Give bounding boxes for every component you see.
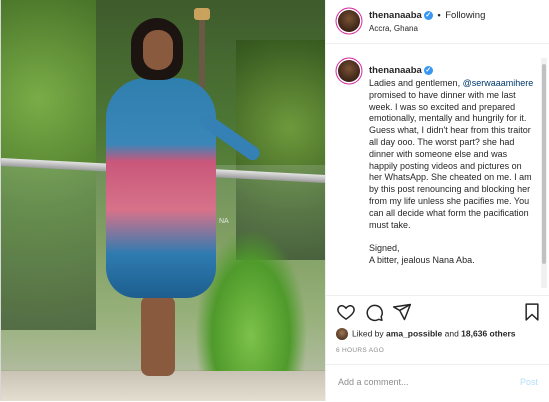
verified-badge-icon: ✓ xyxy=(423,65,433,75)
lamp xyxy=(194,8,210,20)
comment-input[interactable] xyxy=(336,376,510,388)
caption-area[interactable]: thenanaaba ✓ Ladies and gentlemen, @serwa… xyxy=(326,54,544,291)
liker-avatar xyxy=(336,328,348,340)
caption-signed: Signed, xyxy=(369,243,400,254)
photo-watermark: NA xyxy=(219,218,229,225)
action-bar xyxy=(334,302,544,322)
likes-summary: Liked by ama_possible and 18,636 others xyxy=(336,328,516,342)
header-separator: • xyxy=(437,10,441,20)
header-username-row: thenanaaba ✓ • Following xyxy=(369,10,485,21)
caption-text-start: Ladies and gentlemen, xyxy=(369,78,463,88)
share-button[interactable] xyxy=(392,302,412,322)
heart-icon xyxy=(337,304,355,320)
liker-username[interactable]: ama_possible xyxy=(386,328,442,338)
figure-face xyxy=(143,30,173,70)
save-button[interactable] xyxy=(522,302,542,322)
caption-signature: A bitter, jealous Nana Aba. xyxy=(369,255,475,266)
like-button[interactable] xyxy=(336,302,356,322)
header-username[interactable]: thenanaaba xyxy=(369,10,422,21)
likes-middle: and xyxy=(442,328,462,339)
location-link[interactable]: Accra, Ghana xyxy=(369,24,418,33)
post-header: thenanaaba ✓ • Following Accra, Ghana xyxy=(326,0,549,44)
caption-mention-link[interactable]: @serwaaamihere xyxy=(463,78,534,88)
post-comment-button[interactable]: Post xyxy=(520,377,538,387)
verified-badge-icon: ✓ xyxy=(423,10,433,20)
avatar[interactable] xyxy=(338,10,360,32)
comment-icon xyxy=(366,304,383,322)
caption-username[interactable]: thenanaaba xyxy=(369,65,422,76)
likes-others-link[interactable]: 18,636 others xyxy=(461,328,515,338)
post-photo[interactable]: NA xyxy=(0,0,326,401)
figure-dress xyxy=(106,78,216,298)
bookmark-icon xyxy=(525,303,539,321)
caption-text-body: promised to have dinner with me last wee… xyxy=(369,89,532,230)
post-timestamp[interactable]: 6 HOURS AGO xyxy=(336,347,384,354)
post-details-panel: thenanaaba ✓ • Following Accra, Ghana the… xyxy=(325,0,549,401)
caption-text: Ladies and gentlemen, @serwaaamihere pro… xyxy=(369,78,537,267)
following-button[interactable]: Following xyxy=(445,10,485,21)
caption-scroll-thumb[interactable] xyxy=(542,64,546,264)
comment-bar: Post xyxy=(326,364,549,402)
share-icon xyxy=(392,303,412,321)
figure-legs xyxy=(141,296,175,376)
caption-avatar[interactable] xyxy=(338,60,360,82)
caption-username-row: thenanaaba ✓ xyxy=(369,65,433,76)
divider xyxy=(326,295,549,296)
comment-button[interactable] xyxy=(364,302,384,322)
likes-prefix: Liked by xyxy=(352,328,387,339)
